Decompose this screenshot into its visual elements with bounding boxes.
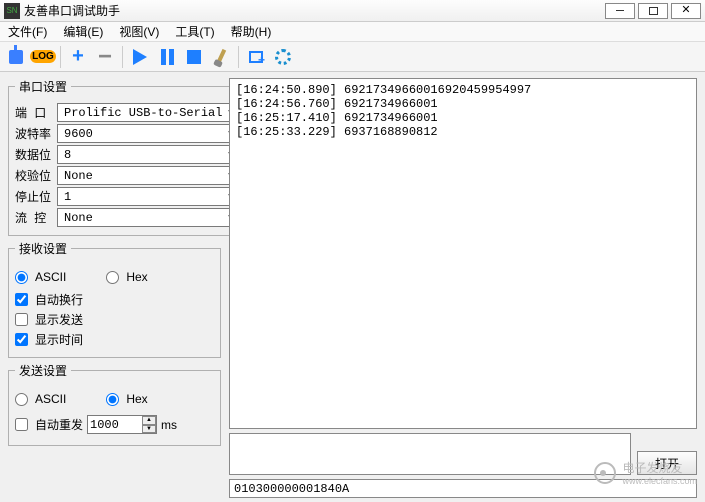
autowrap-label: 自动换行 bbox=[35, 291, 83, 308]
status-input[interactable] bbox=[229, 479, 697, 498]
recv-ascii-radio[interactable]: ASCII bbox=[15, 270, 66, 284]
maximize-button[interactable] bbox=[638, 3, 668, 19]
window-title: 友善串口调试助手 bbox=[24, 2, 602, 19]
pause-button[interactable] bbox=[155, 45, 179, 69]
new-window-button[interactable] bbox=[244, 45, 268, 69]
send-ascii-label: ASCII bbox=[35, 392, 66, 406]
open-button[interactable]: 打开 bbox=[637, 451, 697, 475]
baud-select[interactable]: 9600 bbox=[57, 124, 242, 143]
play-button[interactable] bbox=[128, 45, 152, 69]
send-ascii-radio[interactable]: ASCII bbox=[15, 392, 66, 406]
recv-settings-legend: 接收设置 bbox=[15, 240, 71, 257]
autowrap-checkbox[interactable]: 自动换行 bbox=[15, 291, 214, 308]
zoom-in-button[interactable]: + bbox=[66, 45, 90, 69]
pause-icon bbox=[161, 49, 174, 65]
send-hex-radio[interactable]: Hex bbox=[106, 392, 147, 406]
title-bar: SN 友善串口调试助手 ✕ bbox=[0, 0, 705, 22]
databits-select[interactable]: 8 bbox=[57, 145, 242, 164]
minimize-button[interactable] bbox=[605, 3, 635, 19]
window-plus-icon bbox=[249, 51, 263, 63]
showsend-checkbox[interactable]: 显示发送 bbox=[15, 311, 214, 328]
send-hex-label: Hex bbox=[126, 392, 147, 406]
autoresend-checkbox[interactable]: 自动重发 bbox=[15, 416, 83, 433]
log-icon: LOG bbox=[30, 50, 56, 63]
clear-button[interactable] bbox=[209, 45, 233, 69]
left-panel: 串口设置 端 口 Prolific USB-to-Serial 波特率 9600… bbox=[0, 72, 225, 502]
port-select[interactable]: Prolific USB-to-Serial bbox=[57, 103, 242, 122]
log-button[interactable]: LOG bbox=[31, 45, 55, 69]
content-area: 串口设置 端 口 Prolific USB-to-Serial 波特率 9600… bbox=[0, 72, 705, 502]
toolbar-separator bbox=[238, 46, 239, 68]
showtime-label: 显示时间 bbox=[35, 331, 83, 348]
stop-button[interactable] bbox=[182, 45, 206, 69]
send-settings-legend: 发送设置 bbox=[15, 362, 71, 379]
recv-hex-radio[interactable]: Hex bbox=[106, 270, 147, 284]
parity-label: 校验位 bbox=[15, 167, 57, 184]
parity-select[interactable]: None bbox=[57, 166, 242, 185]
settings-button[interactable] bbox=[271, 45, 295, 69]
stopbits-select[interactable]: 1 bbox=[57, 187, 242, 206]
stopbits-label: 停止位 bbox=[15, 188, 57, 205]
menu-edit[interactable]: 编辑(E) bbox=[55, 22, 111, 41]
brush-icon bbox=[216, 48, 226, 64]
send-settings-group: 发送设置 ASCII Hex 自动重发 ▲▼ ms bbox=[8, 362, 221, 446]
connect-button[interactable] bbox=[4, 45, 28, 69]
toolbar: LOG + − bbox=[0, 42, 705, 72]
close-button[interactable]: ✕ bbox=[671, 3, 701, 19]
plus-icon: + bbox=[72, 45, 84, 68]
menu-file[interactable]: 文件(F) bbox=[0, 22, 55, 41]
interval-spinner[interactable]: ▲▼ bbox=[142, 416, 156, 433]
right-panel: [16:24:50.890] 6921734966001692045995499… bbox=[225, 72, 705, 502]
flow-select[interactable]: None bbox=[57, 208, 242, 227]
recv-settings-group: 接收设置 ASCII Hex 自动换行 显示发送 显示时间 bbox=[8, 240, 221, 358]
menu-view[interactable]: 视图(V) bbox=[111, 22, 167, 41]
serial-settings-group: 串口设置 端 口 Prolific USB-to-Serial 波特率 9600… bbox=[8, 78, 249, 236]
autoresend-label: 自动重发 bbox=[35, 416, 83, 433]
recv-ascii-label: ASCII bbox=[35, 270, 66, 284]
flow-label: 流 控 bbox=[15, 209, 57, 226]
minus-icon: − bbox=[98, 43, 112, 71]
serial-settings-legend: 串口设置 bbox=[15, 78, 71, 95]
stop-icon bbox=[187, 50, 201, 64]
showsend-label: 显示发送 bbox=[35, 311, 83, 328]
plug-icon bbox=[9, 50, 23, 64]
receive-log[interactable]: [16:24:50.890] 6921734966001692045995499… bbox=[229, 78, 697, 429]
interval-unit: ms bbox=[161, 418, 177, 432]
port-label: 端 口 bbox=[15, 104, 57, 121]
gear-icon bbox=[275, 49, 291, 65]
send-textarea[interactable] bbox=[229, 433, 631, 475]
menu-help[interactable]: 帮助(H) bbox=[223, 22, 280, 41]
menu-tools[interactable]: 工具(T) bbox=[167, 22, 222, 41]
showtime-checkbox[interactable]: 显示时间 bbox=[15, 331, 214, 348]
toolbar-separator bbox=[60, 46, 61, 68]
recv-hex-label: Hex bbox=[126, 270, 147, 284]
play-icon bbox=[133, 49, 147, 65]
app-icon: SN bbox=[4, 3, 20, 19]
baud-label: 波特率 bbox=[15, 125, 57, 142]
toolbar-separator bbox=[122, 46, 123, 68]
databits-label: 数据位 bbox=[15, 146, 57, 163]
zoom-out-button[interactable]: − bbox=[93, 45, 117, 69]
menu-bar: 文件(F) 编辑(E) 视图(V) 工具(T) 帮助(H) bbox=[0, 22, 705, 42]
